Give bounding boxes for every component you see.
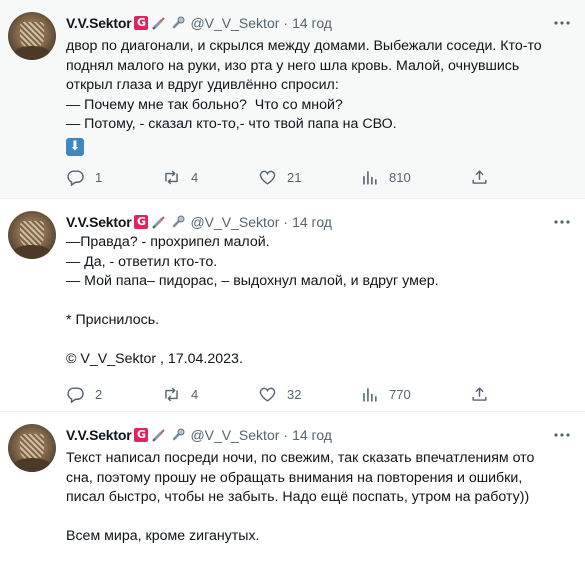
retweet-button[interactable]: 4 <box>162 385 198 404</box>
author-handle[interactable]: @V_V_Sektor <box>190 15 279 31</box>
share-button[interactable] <box>470 168 489 187</box>
more-icon[interactable] <box>553 14 571 32</box>
tweet-header: V.V.Sektor G @V_V_Sektor · 14 год <box>66 212 332 232</box>
timestamp[interactable]: 14 год <box>292 15 332 31</box>
share-button[interactable] <box>470 385 489 404</box>
like-icon <box>259 387 276 402</box>
text-line: —Правда? - прохрипел малой. <box>66 234 270 250</box>
text-line: — Почему мне так больно? Что со мной? <box>66 96 343 113</box>
avatar[interactable] <box>8 424 56 472</box>
syringe-icon <box>152 216 166 229</box>
like-count: 32 <box>287 386 302 402</box>
views-button[interactable]: 810 <box>360 168 411 187</box>
tweet-text: —Правда? - прохрипел малой. — Да, - отве… <box>66 233 571 370</box>
views-button[interactable]: 770 <box>360 385 411 404</box>
tweet-actions: 1 4 21 810 <box>66 167 496 187</box>
like-icon <box>259 170 276 185</box>
retweet-icon <box>165 387 178 401</box>
text-line: © V_V_Sektor , 17.04.2023. <box>66 351 243 367</box>
reply-icon <box>67 169 84 186</box>
retweet-icon <box>165 170 178 184</box>
more-icon[interactable] <box>553 213 571 231</box>
like-count: 21 <box>287 169 302 185</box>
views-count: 810 <box>389 169 411 185</box>
retweet-count: 4 <box>191 169 199 185</box>
text-line: писал быстро, чтобы не забыть. Надо ещё … <box>66 489 530 505</box>
author-name[interactable]: V.V.Sektor <box>66 15 132 31</box>
text-line: открыл глаза и вдруг удивлённо спросил: <box>66 77 339 93</box>
text-line <box>66 508 571 528</box>
avatar[interactable] <box>8 12 56 60</box>
separator-dot: · <box>283 15 289 31</box>
share-icon <box>472 386 487 401</box>
syringe-icon <box>152 429 166 442</box>
author-name[interactable]: V.V.Sektor <box>66 427 132 443</box>
retweet-count: 4 <box>191 386 199 402</box>
separator-dot: · <box>283 427 289 443</box>
retweet-button[interactable]: 4 <box>162 168 198 187</box>
text-line: * Приснилось. <box>66 312 160 328</box>
avatar[interactable] <box>8 211 56 259</box>
tweet[interactable]: V.V.Sektor G @V_V_Sektor · 14 год Текст … <box>0 412 585 561</box>
views-icon <box>363 387 377 402</box>
share-icon <box>472 169 487 184</box>
like-button[interactable]: 32 <box>258 385 301 404</box>
microphone-icon <box>173 16 185 29</box>
text-line: — Мой папа– пидорас, – выдохнул малой, и… <box>66 273 439 289</box>
author-handle[interactable]: @V_V_Sektor <box>190 214 279 230</box>
author-name[interactable]: V.V.Sektor <box>66 214 132 230</box>
timestamp[interactable]: 14 год <box>292 214 332 230</box>
text-line <box>66 331 571 351</box>
text-line: поднял малого на руки, изо рта у него шл… <box>66 57 520 74</box>
more-icon[interactable] <box>553 426 571 444</box>
tweet-text: двор по диагонали, и скрылся между домам… <box>66 37 571 156</box>
reply-icon <box>67 386 84 403</box>
views-count: 770 <box>389 386 411 402</box>
tweet-actions: 2 4 32 770 <box>66 384 496 404</box>
tweet[interactable]: V.V.Sektor G @V_V_Sektor · 14 год —Правд… <box>0 199 585 412</box>
tweet-header: V.V.Sektor G @V_V_Sektor · 14 год <box>66 425 332 445</box>
name-badges: G <box>134 427 186 443</box>
g-badge-icon: G <box>134 16 149 30</box>
g-badge-icon: G <box>134 428 149 442</box>
syringe-icon <box>152 17 166 30</box>
author-handle[interactable]: @V_V_Sektor <box>190 427 279 443</box>
text-line: двор по диагонали, и скрылся между домам… <box>66 38 542 54</box>
tweet[interactable]: V.V.Sektor G @V_V_Sektor · 14 год двор п… <box>0 0 585 199</box>
g-badge-icon: G <box>134 215 149 229</box>
tweet-text: Текст написал посреди ночи, по свежим, т… <box>66 449 571 547</box>
text-line: — Да, - ответил кто-то. <box>66 253 218 270</box>
text-line <box>66 292 571 312</box>
tweet-header: V.V.Sektor G @V_V_Sektor · 14 год <box>66 13 332 33</box>
text-line: Всем мира, кроме zиганутых. <box>66 528 260 544</box>
reply-count: 1 <box>95 169 103 185</box>
reply-button[interactable]: 2 <box>66 385 102 404</box>
text-line: сна, поэтому прошу не обращать внимания … <box>66 469 523 486</box>
microphone-icon <box>173 215 185 228</box>
views-icon <box>363 170 377 185</box>
text-line: — Потому, - сказал кто-то,- что твой пап… <box>66 116 397 132</box>
down-arrow-emoji-icon: ⬇ <box>66 137 84 156</box>
timestamp[interactable]: 14 год <box>292 427 332 443</box>
microphone-icon <box>173 428 185 441</box>
separator-dot: · <box>283 214 289 230</box>
reply-count: 2 <box>95 386 103 402</box>
name-badges: G <box>134 214 186 230</box>
like-button[interactable]: 21 <box>258 168 301 187</box>
text-line: Текст написал посреди ночи, по свежим, т… <box>66 450 535 466</box>
name-badges: G <box>134 15 186 31</box>
tweet-thread: V.V.Sektor G @V_V_Sektor · 14 год двор п… <box>0 0 585 561</box>
reply-button[interactable]: 1 <box>66 168 102 187</box>
